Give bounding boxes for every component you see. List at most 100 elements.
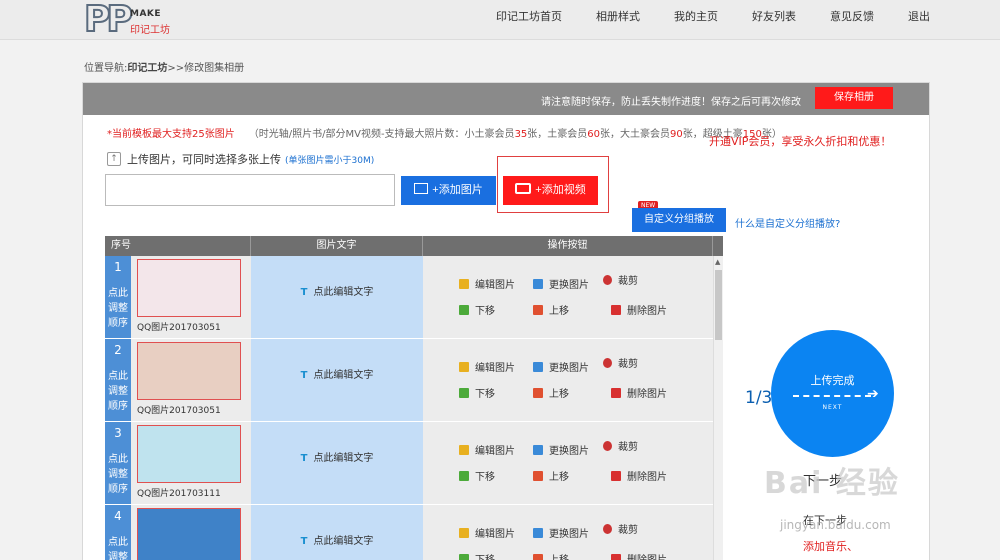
swap-icon (533, 361, 543, 372)
image-table: 序号 图片文字 操作按钮 1 点此 调整 顺序 QQ图片201703051 T点… (105, 236, 723, 560)
nav-feedback[interactable]: 意见反馈 (830, 0, 874, 40)
breadcrumb-prefix: 位置导航: (84, 63, 128, 74)
edit-text-cell[interactable]: T 点此编辑文字 (251, 256, 423, 338)
save-album-button[interactable]: 保存相册 (815, 87, 893, 109)
nav-home[interactable]: 印记工坊首页 (496, 0, 562, 40)
move-up-label: 上移 (549, 472, 569, 483)
delete-picture-label: 删除图片 (627, 306, 667, 317)
edit-picture-button[interactable]: 编辑图片 (459, 359, 515, 374)
move-up-button[interactable]: 上移 (533, 551, 569, 560)
arrow-right-icon: ➔ (867, 386, 879, 402)
arrow-down-icon (459, 304, 469, 315)
crop-button[interactable]: 裁剪 (603, 272, 638, 287)
adjust-label-1: 点此 (108, 288, 128, 299)
edit-picture-button[interactable]: 编辑图片 (459, 276, 515, 291)
move-up-label: 上移 (549, 389, 569, 400)
edit-picture-button[interactable]: 编辑图片 (459, 442, 515, 457)
template-limit-info: *当前模板最大支持25张图片 （时光轴/照片书/部分MV视频-支持最大照片数：小土… (107, 125, 782, 140)
crop-button[interactable]: 裁剪 (603, 521, 638, 536)
up-arrow-icon: ↑ (107, 152, 121, 166)
upload-input[interactable] (105, 174, 395, 206)
photo-thumbnail[interactable] (137, 259, 241, 317)
add-video-button[interactable]: +添加视频 (503, 176, 598, 205)
limit-gray-text: （时光轴/照片书/部分MV视频-支持最大照片数：小土豪会员35张，土豪会员60张… (249, 129, 782, 140)
adjust-label-1: 点此 (108, 454, 128, 465)
photo-thumbnail[interactable] (137, 342, 241, 400)
reorder-handle[interactable]: 1 点此 调整 顺序 (105, 256, 131, 338)
scissors-icon (603, 523, 612, 534)
crop-button[interactable]: 裁剪 (603, 438, 638, 453)
site-logo[interactable]: PP MAKE 印记工坊 (83, 0, 184, 40)
arrow-up-icon (533, 470, 543, 481)
replace-picture-button[interactable]: 更换图片 (533, 359, 589, 374)
add-picture-button[interactable]: +添加图片 (401, 176, 496, 205)
vip-promo-link[interactable]: 开通VIP会员，享受永久折扣和优惠！ (709, 133, 891, 149)
panel-header: 请注意随时保存，防止丢失制作进度！保存之后可再次修改 保存相册 (83, 83, 929, 115)
limit-gray-mid1: 张，土豪会员 (527, 129, 588, 140)
video-camera-icon (515, 183, 532, 194)
table-row: 4 点此 调整 顺序 T 点此编辑文字 编辑图片 更换图片 裁剪 下移 上移 删除… (105, 505, 723, 560)
edit-picture-label: 编辑图片 (475, 446, 515, 457)
reorder-handle[interactable]: 4 点此 调整 顺序 (105, 505, 131, 560)
replace-picture-label: 更换图片 (549, 280, 589, 291)
replace-picture-button[interactable]: 更换图片 (533, 442, 589, 457)
main-nav: 印记工坊首页 相册样式 我的主页 好友列表 意见反馈 退出 (462, 0, 930, 40)
limit-gray-pre: （时光轴/照片书/部分MV视频-支持最大照片数：小土豪会员 (248, 129, 515, 140)
move-down-button[interactable]: 下移 (459, 302, 495, 317)
crop-button[interactable]: 裁剪 (603, 355, 638, 370)
add-music-hint: 添加音乐、 (803, 540, 858, 553)
reorder-handle[interactable]: 3 点此 调整 顺序 (105, 422, 131, 504)
text-icon: T (300, 287, 308, 298)
edit-text-cell[interactable]: T 点此编辑文字 (251, 339, 423, 421)
move-up-button[interactable]: 上移 (533, 302, 569, 317)
move-up-button[interactable]: 上移 (533, 385, 569, 400)
table-row: 3 点此 调整 顺序 QQ图片201703111 T 点此编辑文字 编辑图片 更换… (105, 422, 723, 505)
replace-picture-button[interactable]: 更换图片 (533, 525, 589, 540)
reorder-handle[interactable]: 2 点此 调整 顺序 (105, 339, 131, 421)
header-index: 序号 (105, 236, 251, 256)
delete-picture-button[interactable]: 删除图片 (611, 468, 667, 483)
replace-picture-label: 更换图片 (549, 446, 589, 457)
logo-mark: PP (83, 0, 134, 40)
scroll-up-arrow-icon[interactable]: ▲ (715, 258, 720, 266)
edit-text-cell[interactable]: T 点此编辑文字 (251, 505, 423, 560)
breadcrumb-home-link[interactable]: 印记工坊 (127, 63, 167, 74)
nav-friends[interactable]: 好友列表 (752, 0, 796, 40)
swap-icon (533, 527, 543, 538)
scissors-icon (603, 274, 612, 285)
nav-my-page[interactable]: 我的主页 (674, 0, 718, 40)
arrow-down-icon (459, 553, 469, 560)
row-index: 2 (114, 343, 122, 357)
move-up-button[interactable]: 上移 (533, 468, 569, 483)
breadcrumb: 位置导航:印记工坊>>修改图集相册 (84, 59, 244, 74)
custom-group-help-link[interactable]: 什么是自定义分组播放? (735, 215, 840, 230)
delete-picture-button[interactable]: 删除图片 (611, 551, 667, 560)
edit-text-label: 点此编辑文字 (313, 370, 374, 381)
upload-complete-next-button[interactable]: 上传完成 ➔ NEXT (771, 330, 894, 457)
pencil-icon (459, 361, 469, 372)
edit-text-cell[interactable]: T 点此编辑文字 (251, 422, 423, 504)
limit-n1: 35 (514, 129, 528, 140)
nav-logout[interactable]: 退出 (908, 0, 930, 40)
edit-picture-button[interactable]: 编辑图片 (459, 525, 515, 540)
move-down-button[interactable]: 下移 (459, 385, 495, 400)
limit-n2: 60 (587, 129, 601, 140)
move-down-button[interactable]: 下移 (459, 468, 495, 483)
custom-group-play-button[interactable]: 自定义分组播放 (632, 208, 726, 232)
swap-icon (533, 278, 543, 289)
replace-picture-button[interactable]: 更换图片 (533, 276, 589, 291)
edit-picture-label: 编辑图片 (475, 363, 515, 374)
table-scrollbar[interactable]: ▲ (713, 256, 723, 560)
edit-picture-label: 编辑图片 (475, 529, 515, 540)
arrow-up-icon (533, 304, 543, 315)
move-down-button[interactable]: 下移 (459, 551, 495, 560)
baidu-watermark: Bai 经验 (764, 466, 900, 501)
photo-thumbnail[interactable] (137, 508, 241, 560)
nav-album-styles[interactable]: 相册样式 (596, 0, 640, 40)
arrow-up-icon (533, 553, 543, 560)
photo-filename: QQ图片201703051 (137, 323, 221, 333)
scrollbar-thumb[interactable] (715, 270, 722, 340)
delete-picture-button[interactable]: 删除图片 (611, 302, 667, 317)
photo-thumbnail[interactable] (137, 425, 241, 483)
delete-picture-button[interactable]: 删除图片 (611, 385, 667, 400)
